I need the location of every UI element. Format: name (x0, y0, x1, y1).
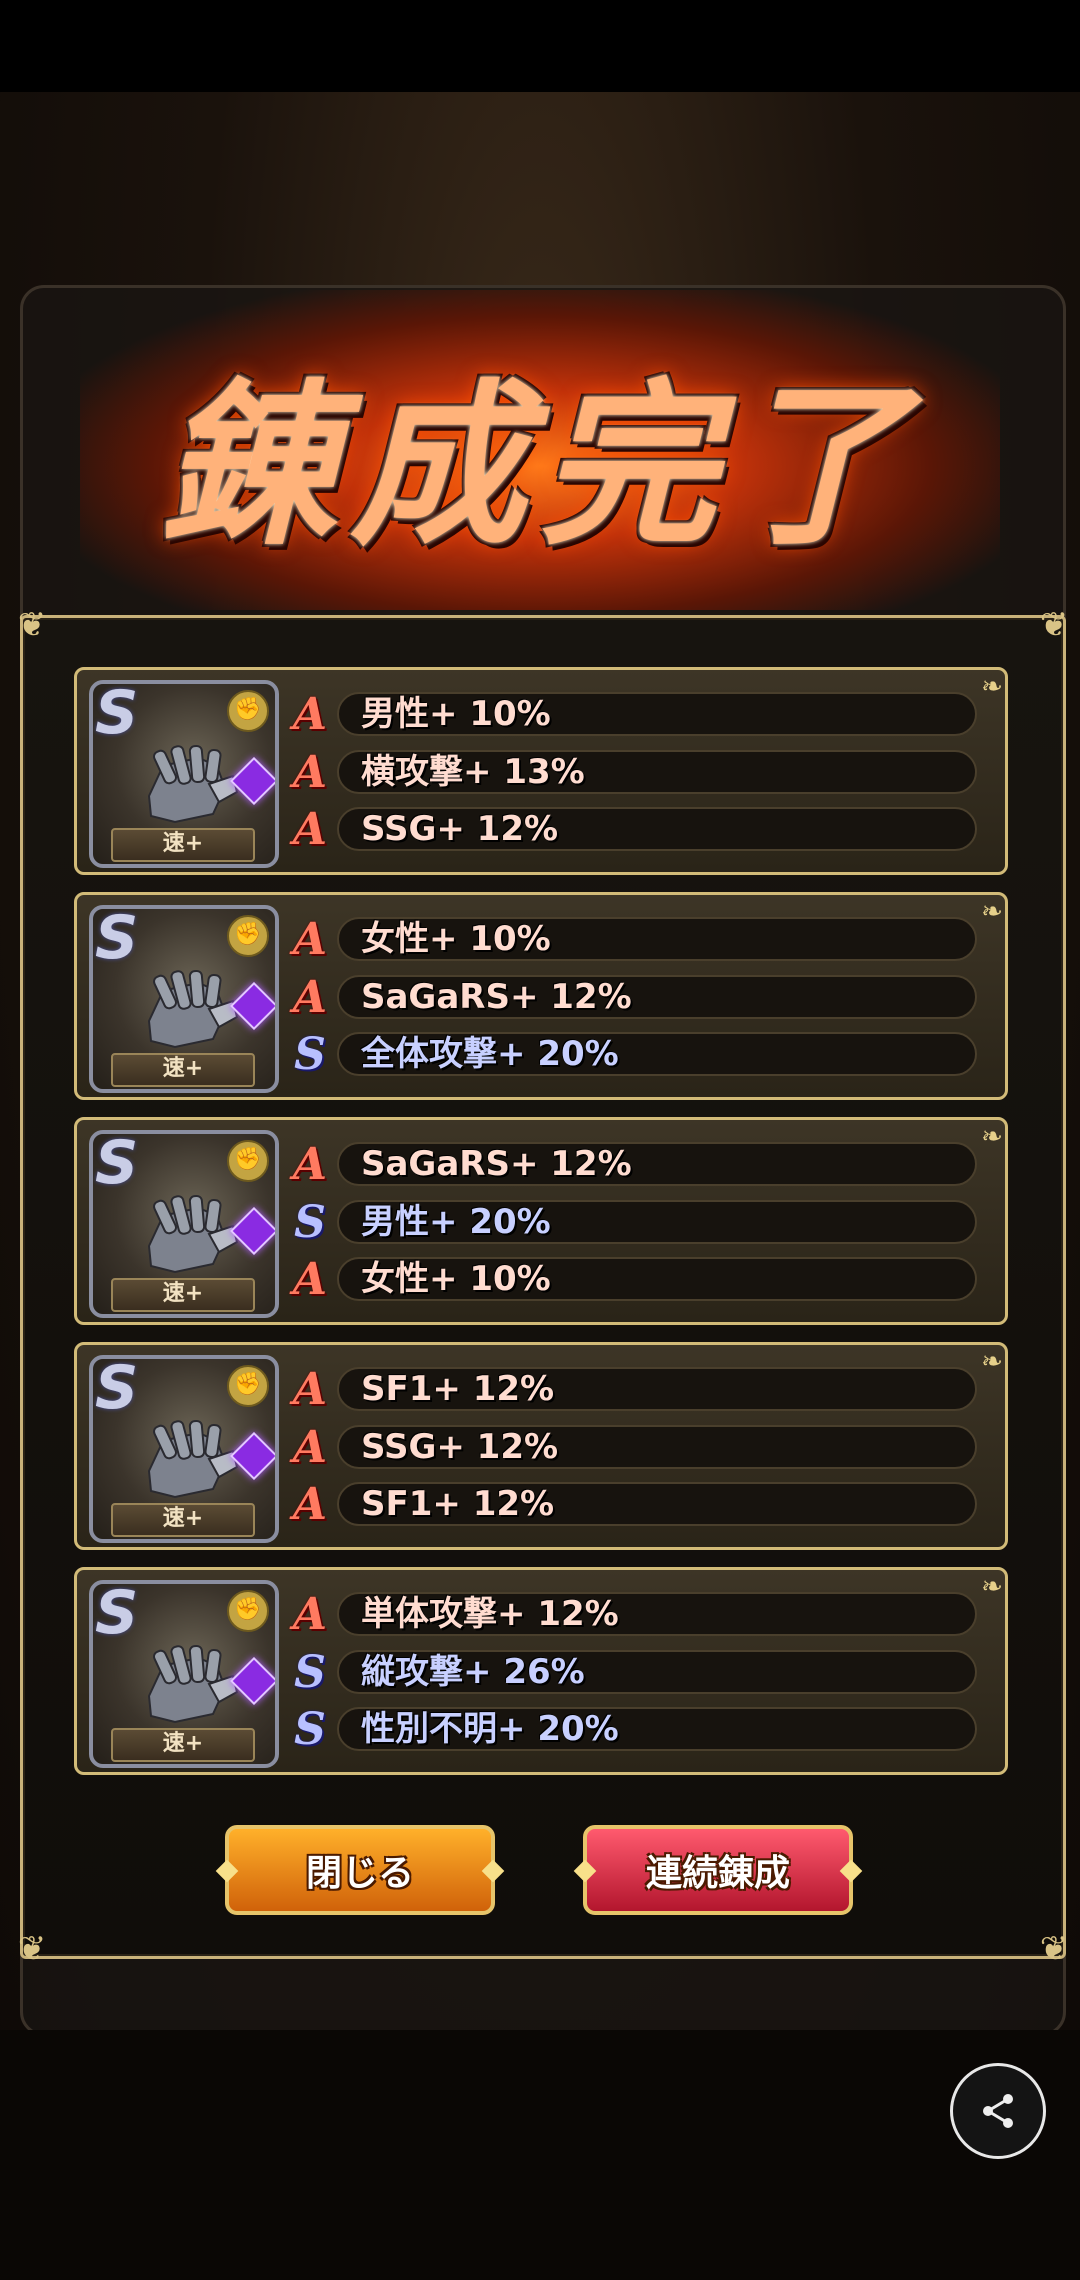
gauntlet-icon (129, 1411, 239, 1503)
grade-s-icon: S (294, 1028, 326, 1080)
stat-row: S 全体攻撃+ 20% (287, 1028, 987, 1080)
grade-a-icon: A (292, 913, 328, 965)
stat-text: SF1+ 12% (361, 1484, 555, 1524)
item-thumbnail[interactable]: S ✊ 速+ (89, 1355, 279, 1543)
stat-text: 女性+ 10% (361, 1259, 551, 1299)
stat-text: SSG+ 12% (361, 1427, 559, 1467)
stat-row: A SF1+ 12% (287, 1478, 987, 1530)
grade-a-icon: A (292, 746, 328, 798)
stat-row: A SSG+ 12% (287, 803, 987, 855)
status-bar (0, 0, 1080, 92)
stat-row: A 横攻撃+ 13% (287, 746, 987, 798)
fist-icon: ✊ (227, 1590, 269, 1632)
gauntlet-icon (129, 1186, 239, 1278)
share-icon (983, 2094, 1013, 2128)
stat-text: 縦攻撃+ 26% (361, 1652, 585, 1692)
title-banner: 錬成完了 (80, 290, 1000, 610)
corner-ornament-icon: ❦ (1039, 1929, 1069, 1969)
grade-a-icon: A (292, 1478, 328, 1530)
result-card: ❧ S ✊ 速+ A SaGaRS+ 12% S 男性+ 20% A 女性+ 10% (74, 1117, 1008, 1325)
grade-s-icon: S (294, 1646, 326, 1698)
stat-text: SaGaRS+ 12% (361, 1144, 632, 1184)
repeat-refine-button[interactable]: 連続錬成 (573, 1825, 863, 1915)
item-thumbnail[interactable]: S ✊ 速+ (89, 680, 279, 868)
stat-text: 男性+ 10% (361, 694, 551, 734)
bonus-badge: 速+ (111, 1278, 255, 1312)
close-button-label: 閉じる (305, 1853, 414, 1894)
stat-text: SSG+ 12% (361, 809, 559, 849)
bonus-badge: 速+ (111, 828, 255, 862)
stat-row: A 単体攻撃+ 12% (287, 1588, 987, 1640)
stat-row: A SaGaRS+ 12% (287, 971, 987, 1023)
grade-s-icon: S (294, 1196, 326, 1248)
stat-text: 女性+ 10% (361, 919, 551, 959)
grade-a-icon: A (292, 1421, 328, 1473)
stat-row: S 縦攻撃+ 26% (287, 1646, 987, 1698)
close-button[interactable]: 閉じる (215, 1825, 505, 1915)
bonus-badge: 速+ (111, 1503, 255, 1537)
stat-row: A 女性+ 10% (287, 913, 987, 965)
grade-a-icon: A (292, 1253, 328, 1305)
result-card: ❧ S ✊ 速+ A 男性+ 10% A 横攻撃+ 13% A SSG+ 12% (74, 667, 1008, 875)
stat-row: A SF1+ 12% (287, 1363, 987, 1415)
grade-a-icon: A (292, 1588, 328, 1640)
grade-a-icon: A (292, 971, 328, 1023)
result-card: ❧ S ✊ 速+ A 単体攻撃+ 12% S 縦攻撃+ 26% S 性別不明+ 20% (74, 1567, 1008, 1775)
fist-icon: ✊ (227, 690, 269, 732)
stat-row: A 男性+ 10% (287, 688, 987, 740)
stat-text: 単体攻撃+ 12% (361, 1594, 619, 1634)
item-thumbnail[interactable]: S ✊ 速+ (89, 1580, 279, 1768)
item-thumbnail[interactable]: S ✊ 速+ (89, 905, 279, 1093)
fist-icon: ✊ (227, 1140, 269, 1182)
corner-ornament-icon: ❦ (17, 1929, 47, 1969)
page-title: 錬成完了 (159, 361, 920, 569)
corner-ornament-icon: ❦ (17, 605, 47, 645)
background-bottom (0, 2030, 1080, 2280)
grade-s-icon: S (294, 1703, 326, 1755)
stat-text: 横攻撃+ 13% (361, 752, 585, 792)
fist-icon: ✊ (227, 1365, 269, 1407)
grade-a-icon: A (292, 688, 328, 740)
stat-text: SaGaRS+ 12% (361, 977, 632, 1017)
stat-text: 男性+ 20% (361, 1202, 551, 1242)
bonus-badge: 速+ (111, 1053, 255, 1087)
result-card: ❧ S ✊ 速+ A SF1+ 12% A SSG+ 12% A SF1+ 12% (74, 1342, 1008, 1550)
gauntlet-icon (129, 736, 239, 828)
stat-row: A SaGaRS+ 12% (287, 1138, 987, 1190)
stat-row: A SSG+ 12% (287, 1421, 987, 1473)
corner-ornament-icon: ❦ (1039, 605, 1069, 645)
result-card: ❧ S ✊ 速+ A 女性+ 10% A SaGaRS+ 12% S 全体攻撃+ 20% (74, 892, 1008, 1100)
stat-row: A 女性+ 10% (287, 1253, 987, 1305)
stat-text: 性別不明+ 20% (361, 1709, 619, 1749)
gauntlet-icon (129, 1636, 239, 1728)
grade-a-icon: A (292, 1363, 328, 1415)
gauntlet-icon (129, 961, 239, 1053)
fist-icon: ✊ (227, 915, 269, 957)
stat-text: SF1+ 12% (361, 1369, 555, 1409)
grade-a-icon: A (292, 1138, 328, 1190)
grade-a-icon: A (292, 803, 328, 855)
share-button[interactable] (950, 2063, 1046, 2159)
stat-row: S 性別不明+ 20% (287, 1703, 987, 1755)
stat-row: S 男性+ 20% (287, 1196, 987, 1248)
repeat-refine-button-label: 連続錬成 (645, 1853, 790, 1894)
item-thumbnail[interactable]: S ✊ 速+ (89, 1130, 279, 1318)
stat-text: 全体攻撃+ 20% (361, 1034, 619, 1074)
bonus-badge: 速+ (111, 1728, 255, 1762)
